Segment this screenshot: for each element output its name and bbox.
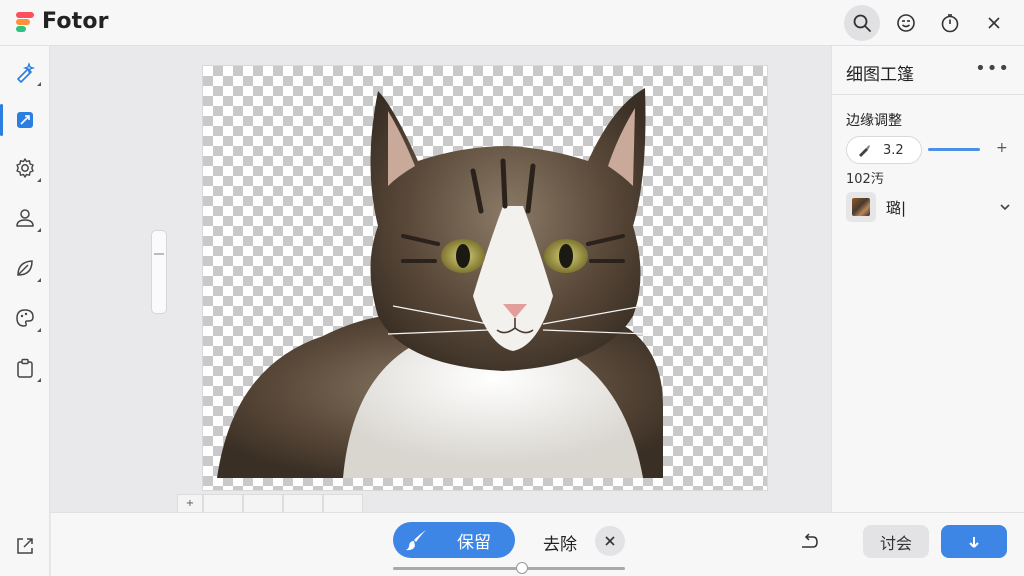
app-logo[interactable]: Fotor bbox=[14, 9, 109, 34]
search-icon bbox=[853, 14, 871, 32]
chevron-down-icon bbox=[1000, 204, 1010, 211]
brush-strength-track[interactable] bbox=[393, 567, 625, 570]
crop-icon bbox=[17, 112, 33, 128]
app-name: Fotor bbox=[42, 9, 109, 34]
person-icon bbox=[16, 209, 34, 227]
close-icon bbox=[988, 17, 1000, 29]
keep-label: 保留 bbox=[457, 532, 491, 553]
size-label: 102汚 bbox=[846, 172, 884, 187]
undo-icon bbox=[802, 533, 818, 548]
emoji-icon bbox=[897, 14, 915, 32]
canvas-page-strip[interactable]: + bbox=[177, 494, 363, 512]
left-sidebar bbox=[0, 46, 50, 576]
clear-button[interactable] bbox=[595, 526, 625, 556]
sidebar-item-clipboard[interactable] bbox=[0, 348, 50, 388]
sidebar-item-palette[interactable] bbox=[0, 298, 50, 338]
brush-icon bbox=[859, 145, 870, 157]
image-canvas[interactable] bbox=[203, 66, 767, 490]
brush-strength-knob[interactable] bbox=[516, 562, 528, 574]
timer-icon bbox=[941, 14, 959, 33]
magic-wand-icon bbox=[17, 61, 36, 83]
top-bar: Fotor bbox=[0, 0, 1024, 46]
undo-button[interactable] bbox=[799, 533, 819, 555]
background-name: 璐| bbox=[886, 198, 907, 217]
right-panel: 细图工篷 ••• 边缘调整 3.2 + 102汚 璐| bbox=[831, 46, 1024, 512]
settings-gear-icon bbox=[16, 158, 34, 178]
sidebar-item-person[interactable] bbox=[0, 198, 50, 238]
brush-size-slider[interactable] bbox=[928, 148, 980, 151]
paintbrush-icon bbox=[406, 530, 426, 551]
sidebar-item-leaf[interactable] bbox=[0, 248, 50, 288]
leaf-icon bbox=[17, 260, 33, 276]
panel-title: 细图工篷 bbox=[846, 65, 914, 85]
close-button[interactable] bbox=[976, 5, 1012, 41]
cat-cutout-image bbox=[217, 88, 663, 478]
apply-button[interactable] bbox=[941, 525, 1007, 558]
page-thumb[interactable] bbox=[283, 494, 323, 512]
background-select[interactable]: 璐| bbox=[846, 192, 1012, 222]
edge-adjust-label: 边缘调整 bbox=[846, 113, 902, 129]
plus-icon bbox=[969, 536, 979, 548]
emoji-button[interactable] bbox=[888, 5, 924, 41]
sidebar-item-magic[interactable] bbox=[0, 52, 50, 92]
fotor-logo-icon bbox=[14, 10, 36, 34]
page-thumb[interactable] bbox=[243, 494, 283, 512]
increase-button[interactable]: + bbox=[996, 140, 1008, 156]
sidebar-item-settings[interactable] bbox=[0, 148, 50, 188]
background-swatch bbox=[846, 192, 876, 222]
palette-icon bbox=[16, 309, 34, 327]
page-thumb[interactable] bbox=[203, 494, 243, 512]
search-button[interactable] bbox=[844, 5, 880, 41]
timer-button[interactable] bbox=[932, 5, 968, 41]
brush-size-value: 3.2 bbox=[883, 142, 904, 158]
close-icon bbox=[605, 536, 615, 546]
bottom-bar: 保留 去除 讨会 bbox=[51, 512, 1024, 576]
sidebar-item-export[interactable] bbox=[0, 526, 50, 566]
sidebar-item-crop[interactable] bbox=[0, 100, 50, 140]
export-icon bbox=[17, 538, 33, 554]
keep-button[interactable]: 保留 bbox=[393, 522, 515, 558]
clipboard-icon bbox=[17, 358, 33, 378]
canvas-area[interactable]: + bbox=[51, 46, 830, 512]
page-thumb[interactable] bbox=[323, 494, 363, 512]
add-page-button[interactable]: + bbox=[177, 494, 203, 512]
divider bbox=[832, 94, 1024, 95]
cancel-button[interactable]: 讨会 bbox=[863, 525, 929, 558]
more-options-button[interactable]: ••• bbox=[975, 58, 1010, 79]
remove-button[interactable]: 去除 bbox=[543, 530, 577, 555]
zoom-slider[interactable] bbox=[151, 230, 167, 314]
brush-size-field[interactable]: 3.2 bbox=[846, 136, 922, 164]
